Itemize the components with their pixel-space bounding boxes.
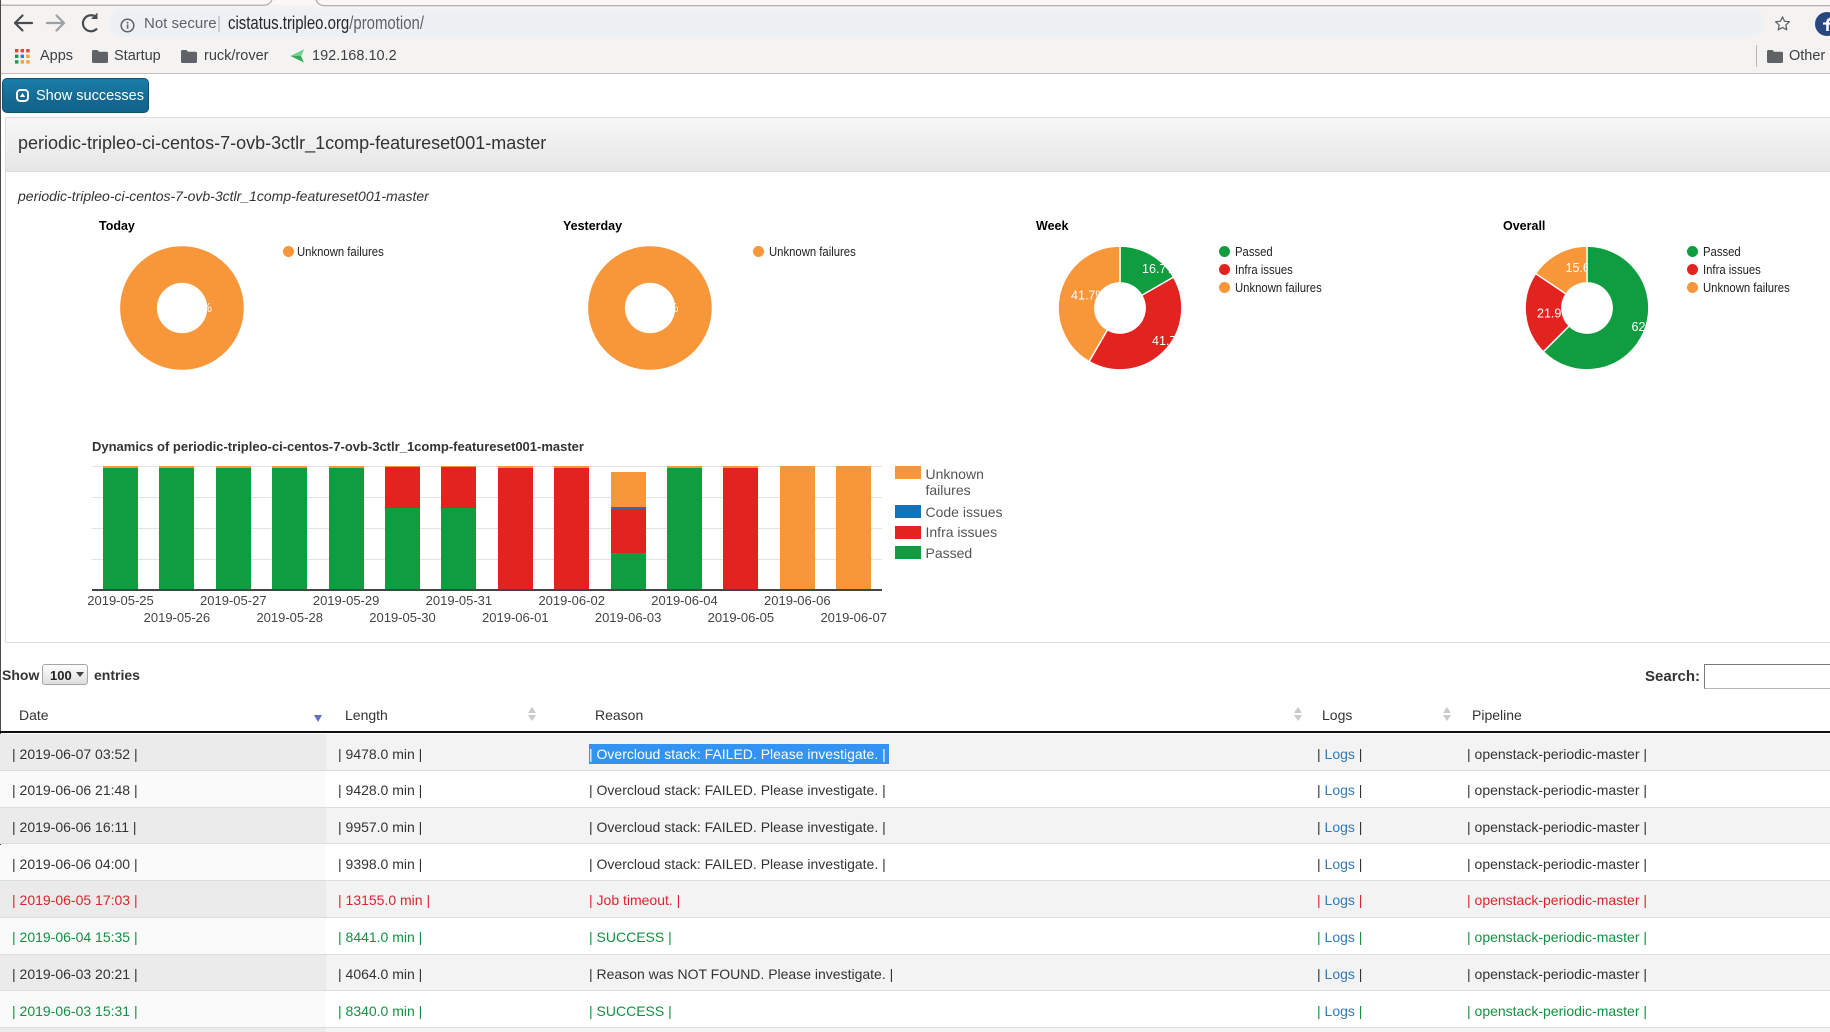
svg-text:21.9%: 21.9% [1537,307,1572,321]
svg-text:41.7%: 41.7% [1071,289,1106,303]
svg-text:100%: 100% [647,301,679,315]
svg-text:62.5%: 62.5% [1632,320,1667,334]
svg-text:100%: 100% [180,301,212,315]
